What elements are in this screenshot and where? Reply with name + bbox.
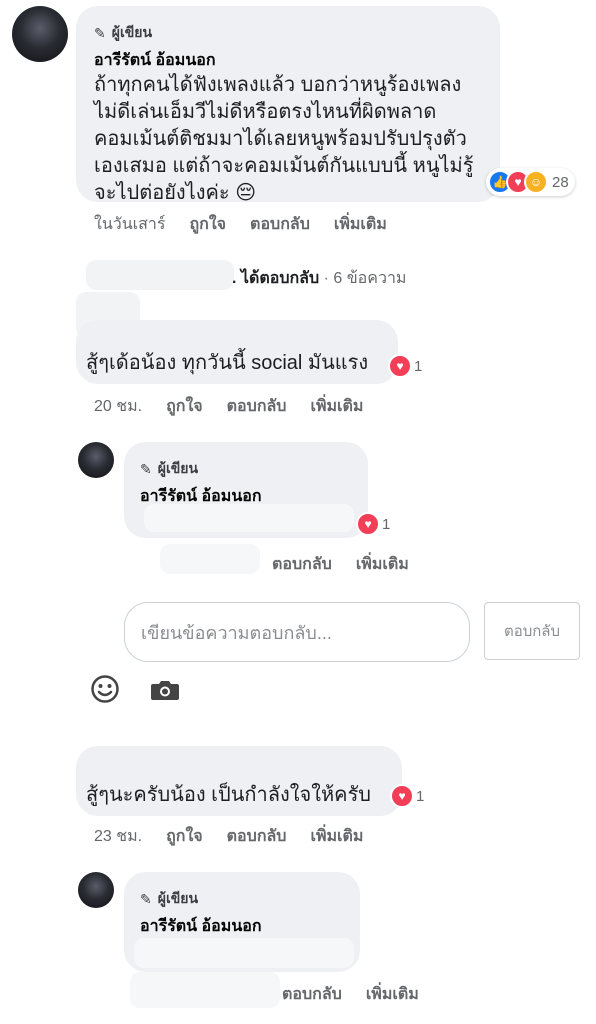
author-reply-bubble: ✎ ผู้เขียน อารีรัตน์ อ้อมนอก — [124, 442, 368, 538]
more-button[interactable]: เพิ่มเติม — [334, 212, 387, 237]
reply-button[interactable]: ตอบกลับ — [227, 394, 287, 419]
smiley-icon[interactable] — [90, 674, 120, 711]
author-badge-label: ผู้เขียน — [111, 24, 153, 40]
reply-button[interactable]: ตอบกลับ — [272, 552, 332, 577]
reply-input-placeholder: เขียนข้อความตอบกลับ... — [141, 622, 332, 643]
love-reaction-icon: ♥ — [388, 354, 412, 378]
more-button[interactable]: เพิ่มเติม — [310, 394, 363, 419]
reply-text: สู้ๆนะครับน้อง เป็นกำลังใจให้ครับ — [86, 784, 371, 806]
love-reaction-icon: ♥ — [390, 784, 414, 808]
reply-actions: 20 ชม. ถูกใจ ตอบกลับ เพิ่มเติม — [94, 394, 363, 419]
reply-button[interactable]: ตอบกลับ — [227, 824, 287, 849]
reply-button[interactable]: ตอบกลับ — [282, 982, 342, 1007]
blurred-actions — [130, 972, 280, 1008]
reaction-count: 1 — [382, 515, 391, 533]
reaction-count: 1 — [416, 787, 425, 805]
care-reaction-icon: ☺ — [524, 170, 548, 194]
pencil-icon: ✎ — [94, 24, 106, 41]
reaction-summary[interactable]: ♥ 1 — [388, 782, 430, 810]
reaction-summary[interactable]: ♥ 1 — [354, 510, 396, 538]
reaction-count: 1 — [414, 357, 423, 375]
reply-button[interactable]: ตอบกลับ — [250, 212, 310, 237]
author-badge: ✎ ผู้เขียน — [140, 458, 198, 480]
pencil-icon: ✎ — [140, 890, 152, 907]
avatar[interactable] — [78, 442, 114, 478]
pencil-icon: ✎ — [140, 460, 152, 477]
reply-submit-button[interactable]: ตอบกลับ — [484, 602, 580, 660]
reply-actions: ตอบกลับ เพิ่มเติม — [282, 982, 419, 1007]
author-badge-label: ผู้เขียน — [157, 890, 199, 906]
comment-text: ถ้าทุกคนได้ฟังเพลงแล้ว บอกว่าหนูร้องเพลง… — [94, 74, 474, 204]
avatar[interactable] — [12, 6, 68, 62]
reply-actions: 23 ชม. ถูกใจ ตอบกลับ เพิ่มเติม — [94, 824, 363, 849]
author-badge: ✎ ผู้เขียน — [140, 888, 198, 910]
avatar[interactable] — [78, 872, 114, 908]
reply-bubble: สู้ๆนะครับน้อง เป็นกำลังใจให้ครับ — [76, 746, 402, 816]
author-badge: ✎ ผู้เขียน — [94, 22, 152, 44]
author-badge-label: ผู้เขียน — [157, 460, 199, 476]
reply-time[interactable]: 20 ชม. — [94, 394, 142, 419]
replies-summary[interactable]: . ได้ตอบกลับ · 6 ข้อความ — [232, 266, 406, 291]
replies-count: · 6 ข้อความ — [323, 270, 407, 287]
like-button[interactable]: ถูกใจ — [189, 212, 226, 237]
comment-actions: ในวันเสาร์ ถูกใจ ตอบกลับ เพิ่มเติม — [94, 212, 387, 237]
more-button[interactable]: เพิ่มเติม — [310, 824, 363, 849]
like-button[interactable]: ถูกใจ — [166, 394, 203, 419]
author-reply-bubble: ✎ ผู้เขียน อารีรัตน์ อ้อมนอก — [124, 872, 360, 972]
love-reaction-icon: ♥ — [356, 512, 380, 536]
reply-time[interactable]: 23 ชม. — [94, 824, 142, 849]
reaction-summary[interactable]: ♥ 1 — [386, 352, 428, 380]
blurred-text — [134, 938, 354, 968]
reply-text: สู้ๆเด้อน้อง ทุกวันนี้ social มันแรง — [86, 352, 369, 374]
camera-icon[interactable] — [150, 678, 180, 709]
comment-author[interactable]: อารีรัตน์ อ้อมนอก — [94, 48, 216, 73]
like-button[interactable]: ถูกใจ — [166, 824, 203, 849]
blurred-actions — [160, 544, 260, 574]
blurred-text — [144, 504, 354, 532]
comment-bubble-main: ✎ ผู้เขียน อารีรัตน์ อ้อมนอก ถ้าทุกคนได้… — [76, 6, 500, 204]
reply-actions: ตอบกลับ เพิ่มเติม — [272, 552, 409, 577]
reaction-summary[interactable]: 👍 ♥ ☺ 28 — [486, 168, 575, 196]
comment-time[interactable]: ในวันเสาร์ — [94, 212, 165, 237]
more-button[interactable]: เพิ่มเติม — [356, 552, 409, 577]
comment-author[interactable]: อารีรัตน์ อ้อมนอก — [140, 914, 262, 939]
more-button[interactable]: เพิ่มเติม — [366, 982, 419, 1007]
blurred-name — [86, 260, 234, 290]
reply-bubble: สู้ๆเด้อน้อง ทุกวันนี้ social มันแรง — [76, 320, 398, 384]
replies-summary-text: . ได้ตอบกลับ — [232, 270, 320, 287]
reaction-count: 28 — [552, 173, 569, 191]
reply-input[interactable]: เขียนข้อความตอบกลับ... — [124, 602, 470, 662]
